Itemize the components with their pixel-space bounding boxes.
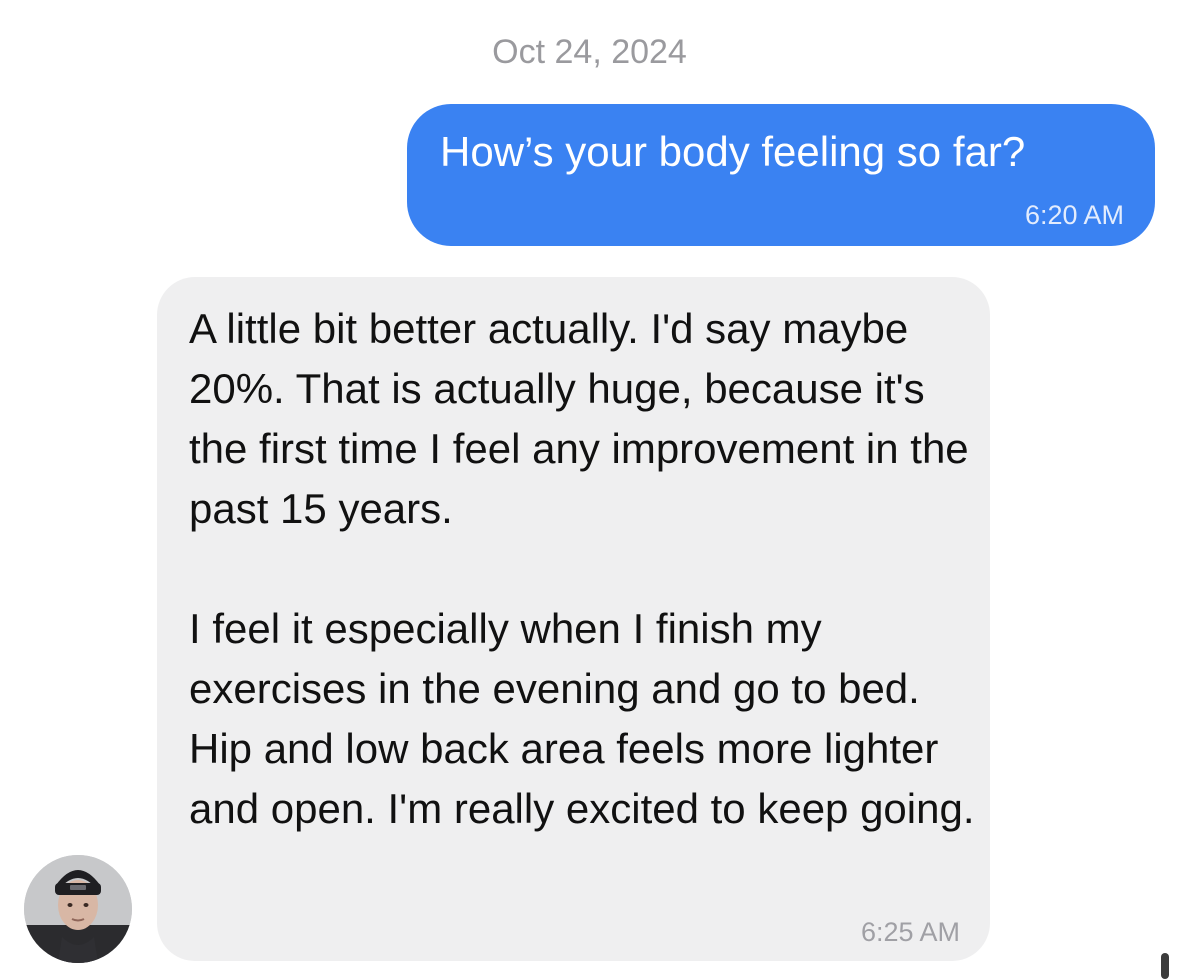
- date-header: Oct 24, 2024: [492, 33, 687, 71]
- incoming-message-paragraph: A little bit better actually. I'd say ma…: [189, 305, 969, 532]
- scrollbar-thumb[interactable]: [1161, 953, 1169, 979]
- incoming-message-bubble[interactable]: A little bit better actually. I'd say ma…: [157, 277, 990, 961]
- contact-avatar[interactable]: [24, 855, 132, 963]
- outgoing-message-bubble[interactable]: How’s your body feeling so far? 6:20 AM: [407, 104, 1155, 246]
- incoming-message-paragraph: I feel it especially when I finish my ex…: [189, 605, 975, 832]
- avatar-photo-icon: [24, 855, 132, 963]
- outgoing-message-text: How’s your body feeling so far?: [440, 128, 1026, 175]
- incoming-message-text: A little bit better actually. I'd say ma…: [189, 299, 979, 839]
- incoming-message-timestamp: 6:25 AM: [860, 917, 960, 947]
- outgoing-message-timestamp: 6:20 AM: [1024, 200, 1124, 230]
